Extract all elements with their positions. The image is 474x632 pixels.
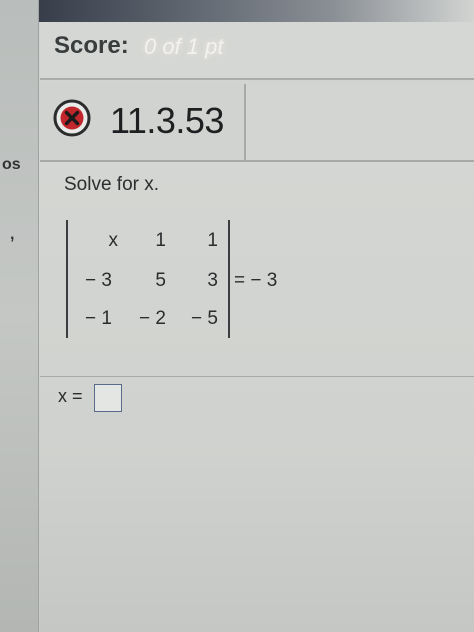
determinant-right-bar	[228, 220, 230, 338]
left-side-panel: os ,	[0, 0, 39, 632]
determinant-result: = − 3	[234, 270, 278, 291]
screen: os , Score: 0 of 1 pt 11.3.53 Solve for …	[0, 0, 474, 632]
divider	[40, 376, 474, 377]
score-value: 0 of 1 pt	[144, 34, 224, 59]
left-panel-text-fragment: os	[2, 156, 21, 173]
left-panel-text-fragment-2: ,	[10, 226, 15, 243]
top-bar	[0, 0, 474, 22]
matrix-cell: − 5	[191, 308, 218, 329]
matrix-cell: 5	[155, 270, 166, 291]
answer-label: x =	[58, 386, 83, 406]
matrix-cell: x	[108, 230, 119, 251]
question-prompt: Solve for x.	[64, 174, 160, 195]
matrix-cell: − 3	[85, 270, 112, 291]
score-bar: Score: 0 of 1 pt	[40, 22, 474, 80]
matrix-cell: − 2	[139, 308, 166, 329]
matrix-cell: 3	[207, 270, 218, 291]
question-header-filler	[246, 84, 474, 162]
score-label: Score:	[54, 32, 129, 59]
matrix-cell: 1	[155, 230, 166, 251]
matrix-cell: − 1	[85, 308, 112, 329]
determinant: x 1 1 − 3 5 3 − 1 − 2 − 5	[64, 220, 234, 340]
question-id: 11.3.53	[110, 100, 224, 141]
answer-input[interactable]	[94, 384, 122, 412]
matrix-cell: 1	[207, 230, 218, 251]
question-content: Solve for x. x 1 1 − 3 5 3 − 1 − 2 − 5 =…	[40, 162, 474, 632]
x-circle-icon	[53, 99, 91, 137]
determinant-left-bar	[66, 220, 68, 338]
question-header: 11.3.53	[40, 84, 246, 162]
